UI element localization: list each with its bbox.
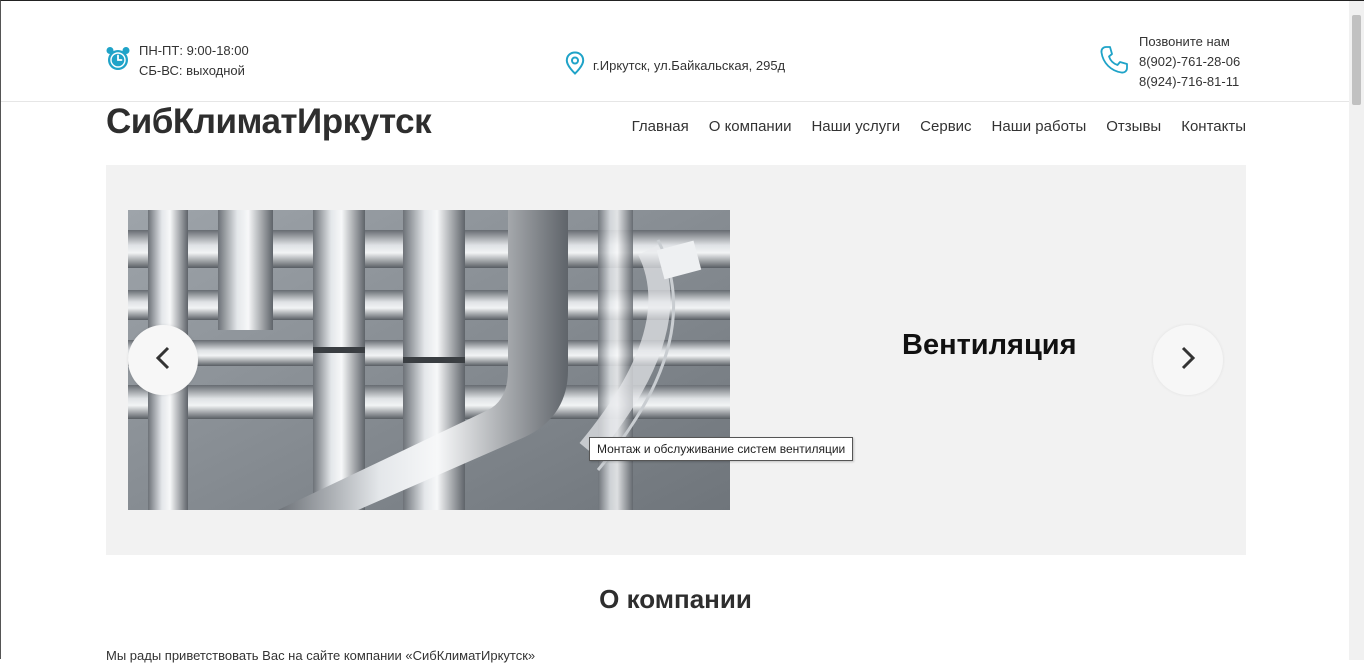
page-scrollbar[interactable] bbox=[1349, 1, 1364, 660]
slider-next-button[interactable] bbox=[1153, 325, 1223, 395]
scrollbar-thumb[interactable] bbox=[1352, 15, 1361, 105]
slide-image-ventilation-ducts bbox=[128, 210, 730, 510]
hero-slider: Вентиляция bbox=[106, 165, 1246, 555]
top-info-bar: ПН-ПТ: 9:00-18:00 СБ-ВС: выходной г.Ирку… bbox=[1, 1, 1350, 102]
phone-label: Позвоните нам bbox=[1139, 34, 1230, 49]
address: г.Иркутск, ул.Байкальская, 295д bbox=[565, 51, 785, 80]
nav-item-home[interactable]: Главная bbox=[632, 118, 689, 135]
nav-item-services[interactable]: Наши услуги bbox=[811, 118, 900, 135]
phone-number-2[interactable]: 8(924)-716-81-11 bbox=[1139, 72, 1240, 92]
nav-item-contacts[interactable]: Контакты bbox=[1181, 118, 1246, 135]
hours-weekdays: ПН-ПТ: 9:00-18:00 bbox=[139, 43, 249, 58]
phone-block: Позвоните нам 8(902)-761-28-06 8(924)-71… bbox=[1098, 32, 1240, 92]
hours-weekend: СБ-ВС: выходной bbox=[139, 63, 245, 78]
phone-number-1[interactable]: 8(902)-761-28-06 bbox=[1139, 52, 1240, 72]
nav-item-reviews[interactable]: Отзывы bbox=[1106, 118, 1161, 135]
map-pin-icon bbox=[565, 51, 585, 80]
main-nav: Главная О компании Наши услуги Сервис На… bbox=[612, 118, 1246, 135]
nav-item-service[interactable]: Сервис bbox=[920, 118, 971, 135]
about-intro-text: Мы рады приветствовать Вас на сайте комп… bbox=[106, 648, 536, 663]
phone-icon bbox=[1098, 44, 1130, 81]
slider-prev-button[interactable] bbox=[128, 325, 198, 395]
nav-item-about[interactable]: О компании bbox=[709, 118, 792, 135]
alarm-clock-icon bbox=[106, 46, 130, 77]
site-logo[interactable]: СибКлиматИркутск bbox=[106, 102, 432, 142]
slide-title: Вентиляция bbox=[902, 329, 1077, 361]
slide-tooltip: Монтаж и обслуживание систем вентиляции bbox=[589, 437, 854, 461]
chevron-right-icon bbox=[1178, 345, 1198, 376]
about-section-title: О компании bbox=[599, 584, 752, 614]
address-text: г.Иркутск, ул.Байкальская, 295д bbox=[593, 58, 786, 73]
working-hours: ПН-ПТ: 9:00-18:00 СБ-ВС: выходной bbox=[106, 41, 249, 81]
chevron-left-icon bbox=[153, 345, 173, 376]
nav-item-works[interactable]: Наши работы bbox=[992, 118, 1087, 135]
